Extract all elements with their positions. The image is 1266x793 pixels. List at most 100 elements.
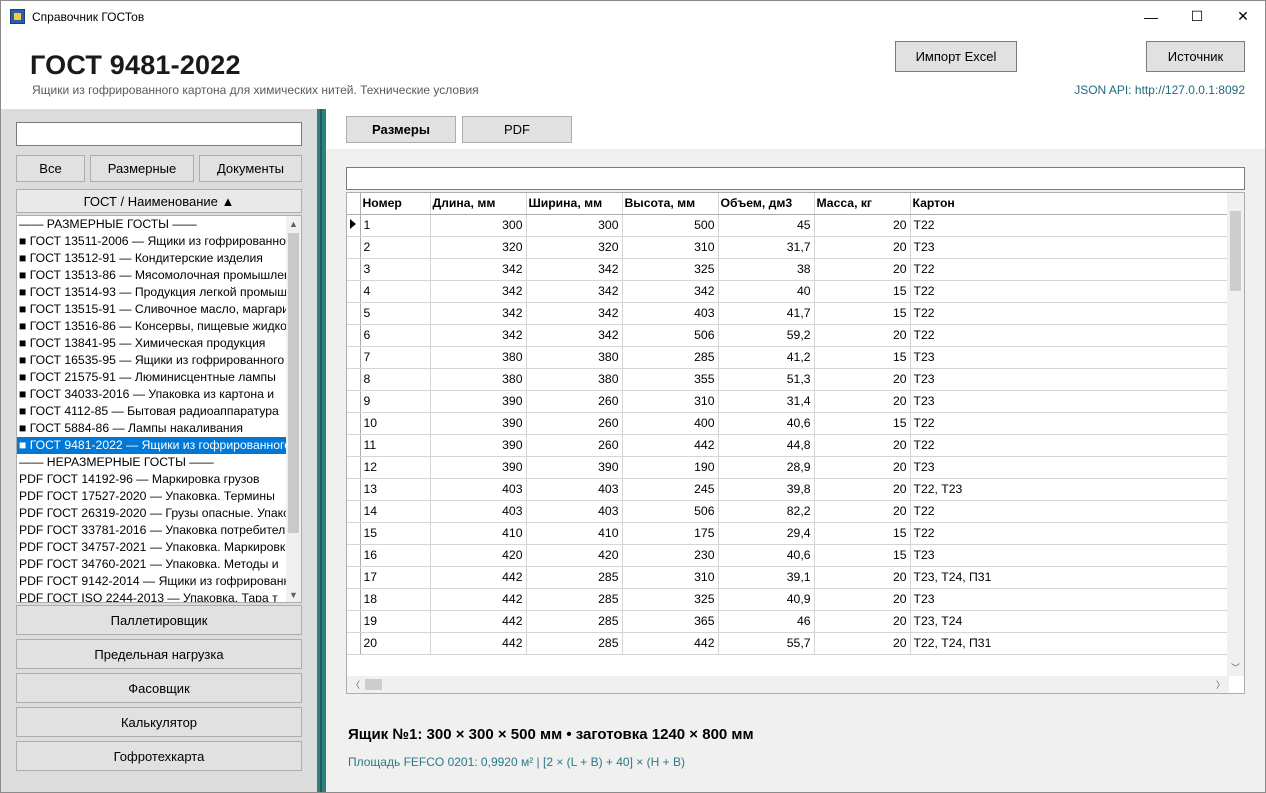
table-cell[interactable]: 506: [622, 324, 719, 347]
gost-list[interactable]: —— РАЗМЕРНЫЕ ГОСТЫ —— ■ ГОСТ 13511-2006 —…: [16, 215, 302, 603]
filter-sized-button[interactable]: Размерные: [90, 155, 194, 182]
table-cell[interactable]: 20: [814, 368, 911, 391]
panel-splitter[interactable]: [317, 109, 326, 792]
row-header[interactable]: [347, 390, 361, 413]
minimize-button[interactable]: —: [1128, 1, 1174, 32]
table-cell[interactable]: 380: [430, 346, 527, 369]
table-cell[interactable]: 300: [430, 214, 527, 237]
row-header[interactable]: [347, 456, 361, 479]
table-cell[interactable]: 20: [814, 500, 911, 523]
table-cell[interactable]: 20: [814, 566, 911, 589]
table-cell[interactable]: Т23: [910, 236, 1230, 259]
table-cell[interactable]: 41,2: [718, 346, 815, 369]
table-cell[interactable]: 300: [526, 214, 623, 237]
row-header[interactable]: [347, 346, 361, 369]
table-cell[interactable]: 3: [360, 258, 431, 281]
table-cell[interactable]: 20: [814, 478, 911, 501]
table-cell[interactable]: Т23, Т24, П31: [910, 566, 1230, 589]
table-cell[interactable]: 17: [360, 566, 431, 589]
table-cell[interactable]: 342: [430, 324, 527, 347]
table-cell[interactable]: 285: [526, 610, 623, 633]
source-button[interactable]: Источник: [1146, 41, 1245, 72]
row-header[interactable]: [347, 412, 361, 435]
table-cell[interactable]: 400: [622, 412, 719, 435]
filter-all-button[interactable]: Все: [16, 155, 85, 182]
table-cell[interactable]: 442: [622, 632, 719, 655]
table-cell[interactable]: 442: [430, 566, 527, 589]
table-cell[interactable]: 44,8: [718, 434, 815, 457]
table-row[interactable]: 14 403 403 506 82,2 20 Т22: [347, 500, 1230, 523]
packer-button[interactable]: Фасовщик: [16, 673, 302, 703]
table-cell[interactable]: 506: [622, 500, 719, 523]
list-item[interactable]: ■ ГОСТ 16535-95 — Ящики из гофрированног…: [17, 352, 287, 369]
table-cell[interactable]: 175: [622, 522, 719, 545]
table-cell[interactable]: 29,4: [718, 522, 815, 545]
table-cell[interactable]: Т22: [910, 522, 1230, 545]
table-row[interactable]: 16 420 420 230 40,6 15 Т23: [347, 544, 1230, 567]
table-cell[interactable]: 20: [814, 632, 911, 655]
table-cell[interactable]: 403: [622, 302, 719, 325]
table-cell[interactable]: 310: [622, 236, 719, 259]
table-cell[interactable]: 28,9: [718, 456, 815, 479]
row-header[interactable]: [347, 610, 361, 633]
table-row[interactable]: 7 380 380 285 41,2 15 Т23: [347, 346, 1230, 369]
row-header[interactable]: [347, 544, 361, 567]
column-header[interactable]: Высота, мм: [622, 193, 719, 215]
row-header[interactable]: [347, 500, 361, 523]
table-row[interactable]: 4 342 342 342 40 15 Т22: [347, 280, 1230, 303]
table-cell[interactable]: 260: [526, 434, 623, 457]
table-hscroll-thumb[interactable]: [365, 679, 382, 690]
table-cell[interactable]: 410: [526, 522, 623, 545]
table-cell[interactable]: 9: [360, 390, 431, 413]
table-cell[interactable]: 15: [814, 302, 911, 325]
table-cell[interactable]: Т22: [910, 258, 1230, 281]
corrugated-chart-button[interactable]: Гофротехкарта: [16, 741, 302, 771]
table-cell[interactable]: 31,7: [718, 236, 815, 259]
table-cell[interactable]: 8: [360, 368, 431, 391]
row-header[interactable]: [347, 368, 361, 391]
list-item[interactable]: PDF ГОСТ 26319-2020 — Грузы опасные. Упа…: [17, 505, 287, 522]
api-link[interactable]: JSON API: http://127.0.0.1:8092: [1074, 83, 1245, 97]
table-cell[interactable]: 420: [430, 544, 527, 567]
table-cell[interactable]: 15: [814, 346, 911, 369]
scroll-left-icon[interactable]: 〈: [347, 676, 364, 693]
table-cell[interactable]: 380: [526, 346, 623, 369]
table-cell[interactable]: 260: [526, 390, 623, 413]
table-row[interactable]: 2 320 320 310 31,7 20 Т23: [347, 236, 1230, 259]
table-cell[interactable]: 45: [718, 214, 815, 237]
table-cell[interactable]: 342: [430, 258, 527, 281]
table-cell[interactable]: 1: [360, 214, 431, 237]
table-row[interactable]: 11 390 260 442 44,8 20 Т22: [347, 434, 1230, 457]
current-row-pointer-icon[interactable]: [347, 214, 361, 237]
table-cell[interactable]: 41,7: [718, 302, 815, 325]
table-cell[interactable]: 20: [814, 434, 911, 457]
tab-sizes[interactable]: Размеры: [346, 116, 456, 143]
table-cell[interactable]: 39,8: [718, 478, 815, 501]
table-cell[interactable]: 20: [814, 236, 911, 259]
table-row[interactable]: 9 390 260 310 31,4 20 Т23: [347, 390, 1230, 413]
table-cell[interactable]: 342: [526, 258, 623, 281]
table-cell[interactable]: 39,1: [718, 566, 815, 589]
list-item[interactable]: ■ ГОСТ 9481-2022 — Ящики из гофрированно…: [17, 437, 287, 454]
table-cell[interactable]: 15: [360, 522, 431, 545]
table-cell[interactable]: 51,3: [718, 368, 815, 391]
table-cell[interactable]: 380: [430, 368, 527, 391]
table-vertical-scrollbar[interactable]: ﹀: [1227, 193, 1244, 676]
table-cell[interactable]: 500: [622, 214, 719, 237]
row-header[interactable]: [347, 302, 361, 325]
row-header[interactable]: [347, 522, 361, 545]
table-cell[interactable]: 20: [814, 610, 911, 633]
table-cell[interactable]: 410: [430, 522, 527, 545]
table-cell[interactable]: 390: [526, 456, 623, 479]
table-cell[interactable]: 355: [622, 368, 719, 391]
table-cell[interactable]: 390: [430, 456, 527, 479]
list-item[interactable]: ■ ГОСТ 5884-86 — Лампы накаливания: [17, 420, 287, 437]
scroll-down-icon[interactable]: ﹀: [1227, 659, 1244, 676]
table-cell[interactable]: 15: [814, 412, 911, 435]
table-cell[interactable]: Т23: [910, 456, 1230, 479]
table-cell[interactable]: Т22: [910, 324, 1230, 347]
table-cell[interactable]: 342: [430, 302, 527, 325]
table-row[interactable]: 1 300 300 500 45 20 Т22: [347, 214, 1230, 237]
table-row[interactable]: 17 442 285 310 39,1 20 Т23, Т24, П31: [347, 566, 1230, 589]
row-header[interactable]: [347, 434, 361, 457]
